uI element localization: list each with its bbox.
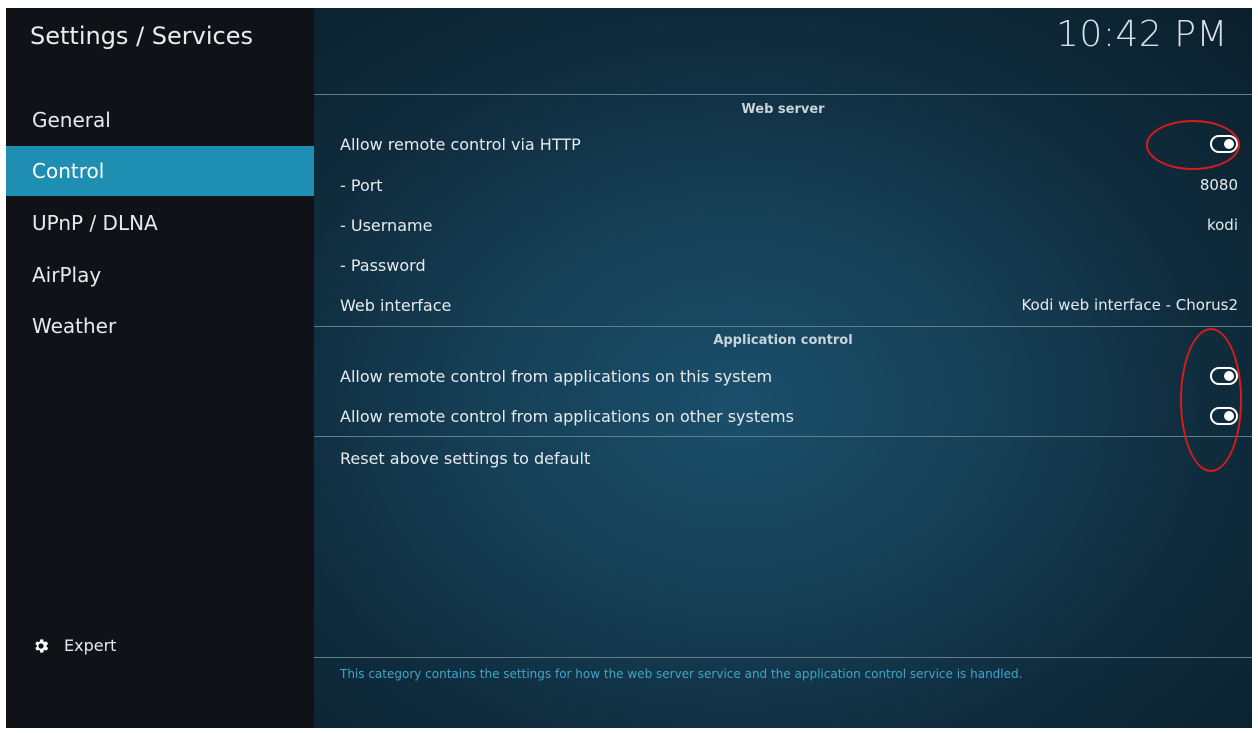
kodi-settings-screen: Settings / Services General Control UPnP… [0,0,1258,733]
section-divider [314,436,1252,437]
expert-level-button[interactable]: Expert [32,636,116,655]
section-divider [314,326,1252,327]
setting-label: - Port [340,175,383,195]
setting-label: Allow remote control from applications o… [340,406,794,426]
sidebar-item-label: Control [32,159,105,183]
footer-divider [314,657,1252,658]
section-header-application-control: Application control [713,333,853,348]
setting-value: Kodi web interface - Chorus2 [1021,296,1238,314]
setting-allow-remote-other-systems[interactable]: Allow remote control from applications o… [340,398,1238,434]
clock: 10:42 PM [1056,14,1228,55]
page-title: Settings / Services [30,22,253,50]
reset-settings-button[interactable]: Reset above settings to default [340,440,1238,476]
setting-port[interactable]: - Port 8080 [340,167,1238,203]
toggle-switch[interactable] [1210,407,1238,425]
setting-label: Allow remote control from applications o… [340,366,773,386]
setting-label: Allow remote control via HTTP [340,134,581,154]
gear-icon [35,638,49,653]
setting-value: 8080 [1199,176,1238,194]
setting-allow-remote-this-system[interactable]: Allow remote control from applications o… [340,358,1238,394]
sidebar-item-label: UPnP / DLNA [32,211,158,235]
expert-label: Expert [64,636,117,655]
toggle-switch[interactable] [1210,135,1238,153]
sidebar-item-control[interactable]: Control [6,146,314,196]
sidebar-item-upnp-dlna[interactable]: UPnP / DLNA [6,198,314,248]
sidebar-item-label: Weather [32,314,117,338]
sidebar-item-airplay[interactable]: AirPlay [6,250,314,300]
toggle-switch[interactable] [1210,367,1238,385]
setting-value: kodi [1206,216,1238,234]
setting-label: - Password [340,255,426,275]
settings-panel: 10:42 PM Web server Allow remote control… [314,8,1252,728]
setting-password[interactable]: - Password [340,247,1238,283]
setting-allow-remote-http[interactable]: Allow remote control via HTTP [340,126,1238,162]
sidebar-item-general[interactable]: General [6,95,314,145]
setting-label: - Username [340,215,433,235]
sidebar-item-weather[interactable]: Weather [6,301,314,351]
setting-web-interface[interactable]: Web interface Kodi web interface - Choru… [340,287,1238,323]
reset-label: Reset above settings to default [340,448,591,468]
sidebar-item-label: General [32,108,111,132]
sidebar: Settings / Services General Control UPnP… [6,8,314,728]
setting-username[interactable]: - Username kodi [340,207,1238,243]
category-description: This category contains the settings for … [340,667,1023,681]
section-header-web-server: Web server [741,102,825,117]
setting-label: Web interface [340,295,452,315]
sidebar-item-label: AirPlay [32,263,102,287]
section-divider [314,94,1252,95]
